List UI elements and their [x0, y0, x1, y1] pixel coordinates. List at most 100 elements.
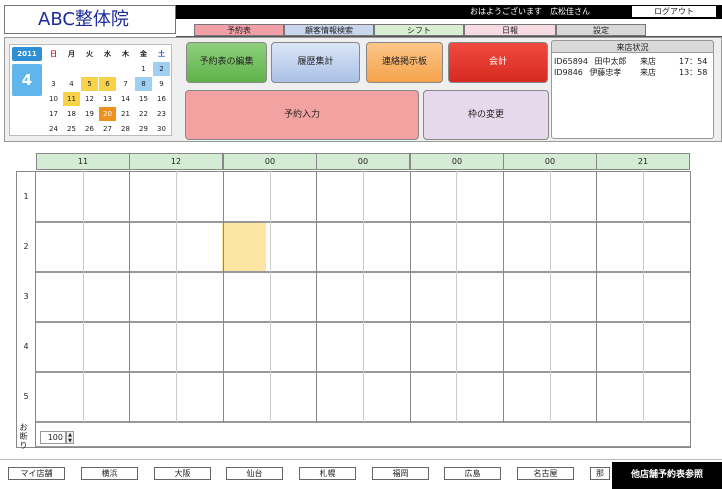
time-column-header: 21 — [596, 153, 690, 170]
calendar-year: 2011 — [12, 47, 42, 61]
store-tab[interactable]: 広島 — [444, 467, 501, 480]
refuse-label: お断り — [19, 423, 28, 450]
visit-row[interactable]: ID9846 伊藤忠孝 来店 13：58 — [554, 67, 707, 78]
calendar-day[interactable]: 24 — [45, 122, 62, 136]
app-logo: ABC整体院 — [4, 5, 176, 34]
schedule-grid — [16, 171, 691, 448]
column-divider — [363, 171, 364, 422]
calendar-day[interactable]: 3 — [45, 77, 62, 91]
calendar-day[interactable]: 23 — [153, 107, 170, 121]
tab-customer-search[interactable]: 顧客情報検索 — [284, 24, 374, 36]
calendar-day[interactable]: 10 — [45, 92, 62, 106]
calendar-day[interactable]: 13 — [99, 92, 116, 106]
calendar-month: 4 — [12, 64, 42, 96]
visit-id: ID65894 — [554, 57, 588, 66]
calendar-day[interactable]: 6 — [99, 77, 116, 91]
calendar-day[interactable]: 7 — [117, 77, 134, 91]
calendar-weekday: 火 — [86, 50, 93, 58]
calendar-day[interactable]: 29 — [135, 122, 152, 136]
tab-settings[interactable]: 設定 — [556, 24, 646, 36]
calendar-day[interactable]: 26 — [81, 122, 98, 136]
column-divider — [456, 171, 457, 422]
calendar-day[interactable]: 20 — [99, 107, 116, 121]
calendar-day[interactable]: 2 — [153, 62, 170, 76]
calendar-day[interactable]: 17 — [45, 107, 62, 121]
calendar-day[interactable]: 27 — [99, 122, 116, 136]
calendar-day[interactable]: 5 — [81, 77, 98, 91]
edit-schedule-button[interactable]: 予約表の編集 — [186, 42, 267, 83]
visit-status-panel — [551, 40, 714, 139]
time-column-header: 11 — [36, 153, 130, 170]
greeting-text: おはようございます 広松佳さん — [470, 7, 590, 16]
calendar-day[interactable]: 21 — [117, 107, 134, 121]
zoom-input[interactable]: 100 — [40, 431, 66, 444]
calendar-day[interactable]: 1 — [135, 62, 152, 76]
slot-change-button[interactable]: 枠の変更 — [423, 90, 549, 140]
checkout-button[interactable]: 会計 — [448, 42, 548, 83]
calendar-day[interactable]: 11 — [63, 92, 80, 106]
visit-row[interactable]: ID65894 田中太郎 来店 17：54 — [554, 56, 707, 67]
row-label: 1 — [23, 191, 29, 201]
column-divider — [270, 171, 271, 422]
other-store-schedule-button[interactable]: 他店舗予約表参照 — [612, 462, 722, 489]
time-column-header: 12 — [129, 153, 223, 170]
column-divider — [83, 171, 84, 422]
visit-name: 伊藤忠孝 — [589, 68, 622, 77]
history-summary-button[interactable]: 履歴集計 — [271, 42, 360, 83]
visit-status-title: 来店状況 — [551, 40, 714, 53]
tab-schedule[interactable]: 予約表 — [194, 24, 284, 36]
reserved-slot[interactable] — [222, 223, 266, 271]
column-divider — [643, 171, 644, 422]
store-tab[interactable]: 大阪 — [154, 467, 211, 480]
column-divider — [223, 171, 224, 422]
calendar-day[interactable]: 16 — [153, 92, 170, 106]
visit-name: 田中太郎 — [594, 57, 627, 66]
calendar-day[interactable]: 22 — [135, 107, 152, 121]
column-divider — [596, 171, 597, 422]
calendar-day[interactable]: 8 — [135, 77, 152, 91]
calendar-day[interactable]: 14 — [117, 92, 134, 106]
calendar-weekday: 日 — [50, 50, 57, 58]
calendar-day[interactable]: 9 — [153, 77, 170, 91]
calendar-day[interactable]: 15 — [135, 92, 152, 106]
store-tab[interactable]: 福岡 — [372, 467, 429, 480]
reservation-input-button[interactable]: 予約入力 — [185, 90, 419, 140]
row-label: 3 — [23, 292, 29, 301]
calendar-day[interactable]: 25 — [63, 122, 80, 136]
store-tab[interactable]: 札幌 — [299, 467, 356, 480]
logout-button[interactable]: ログアウト — [631, 5, 717, 18]
time-column-header: 00 — [503, 153, 597, 170]
zoom-stepper[interactable]: ▲ ▼ — [66, 431, 74, 444]
visit-time: 13：58 — [679, 68, 708, 77]
time-column-header: 00 — [316, 153, 410, 170]
calendar-weekday: 土 — [158, 50, 165, 58]
chevron-down-icon[interactable]: ▼ — [68, 438, 72, 444]
column-divider — [316, 171, 317, 422]
tab-shift[interactable]: シフト — [374, 24, 464, 36]
column-divider — [503, 171, 504, 422]
calendar-day[interactable]: 30 — [153, 122, 170, 136]
visit-id: ID9846 — [554, 68, 583, 77]
row-label: 2 — [23, 242, 29, 251]
time-column-header: 00 — [223, 153, 317, 170]
tab-daily-report[interactable]: 日報 — [464, 24, 556, 36]
column-divider — [410, 171, 411, 422]
visit-time: 17：54 — [679, 57, 708, 66]
column-divider — [690, 171, 691, 422]
calendar-day[interactable]: 18 — [63, 107, 80, 121]
calendar-day[interactable]: 12 — [81, 92, 98, 106]
calendar-weekday: 木 — [122, 50, 129, 58]
time-column-header: 00 — [410, 153, 504, 170]
calendar-weekday: 月 — [68, 50, 75, 58]
calendar-day[interactable]: 19 — [81, 107, 98, 121]
message-board-button[interactable]: 連絡掲示板 — [366, 42, 443, 83]
store-tab[interactable]: 那 — [590, 467, 610, 480]
calendar-day[interactable]: 28 — [117, 122, 134, 136]
store-tab[interactable]: マイ店舗 — [8, 467, 65, 480]
store-tab[interactable]: 仙台 — [226, 467, 283, 480]
calendar-weekday: 水 — [104, 50, 111, 58]
store-tab[interactable]: 横浜 — [81, 467, 138, 480]
store-tab[interactable]: 名古屋 — [517, 467, 574, 480]
row-label: 5 — [23, 392, 29, 401]
calendar-day[interactable]: 4 — [63, 77, 80, 91]
